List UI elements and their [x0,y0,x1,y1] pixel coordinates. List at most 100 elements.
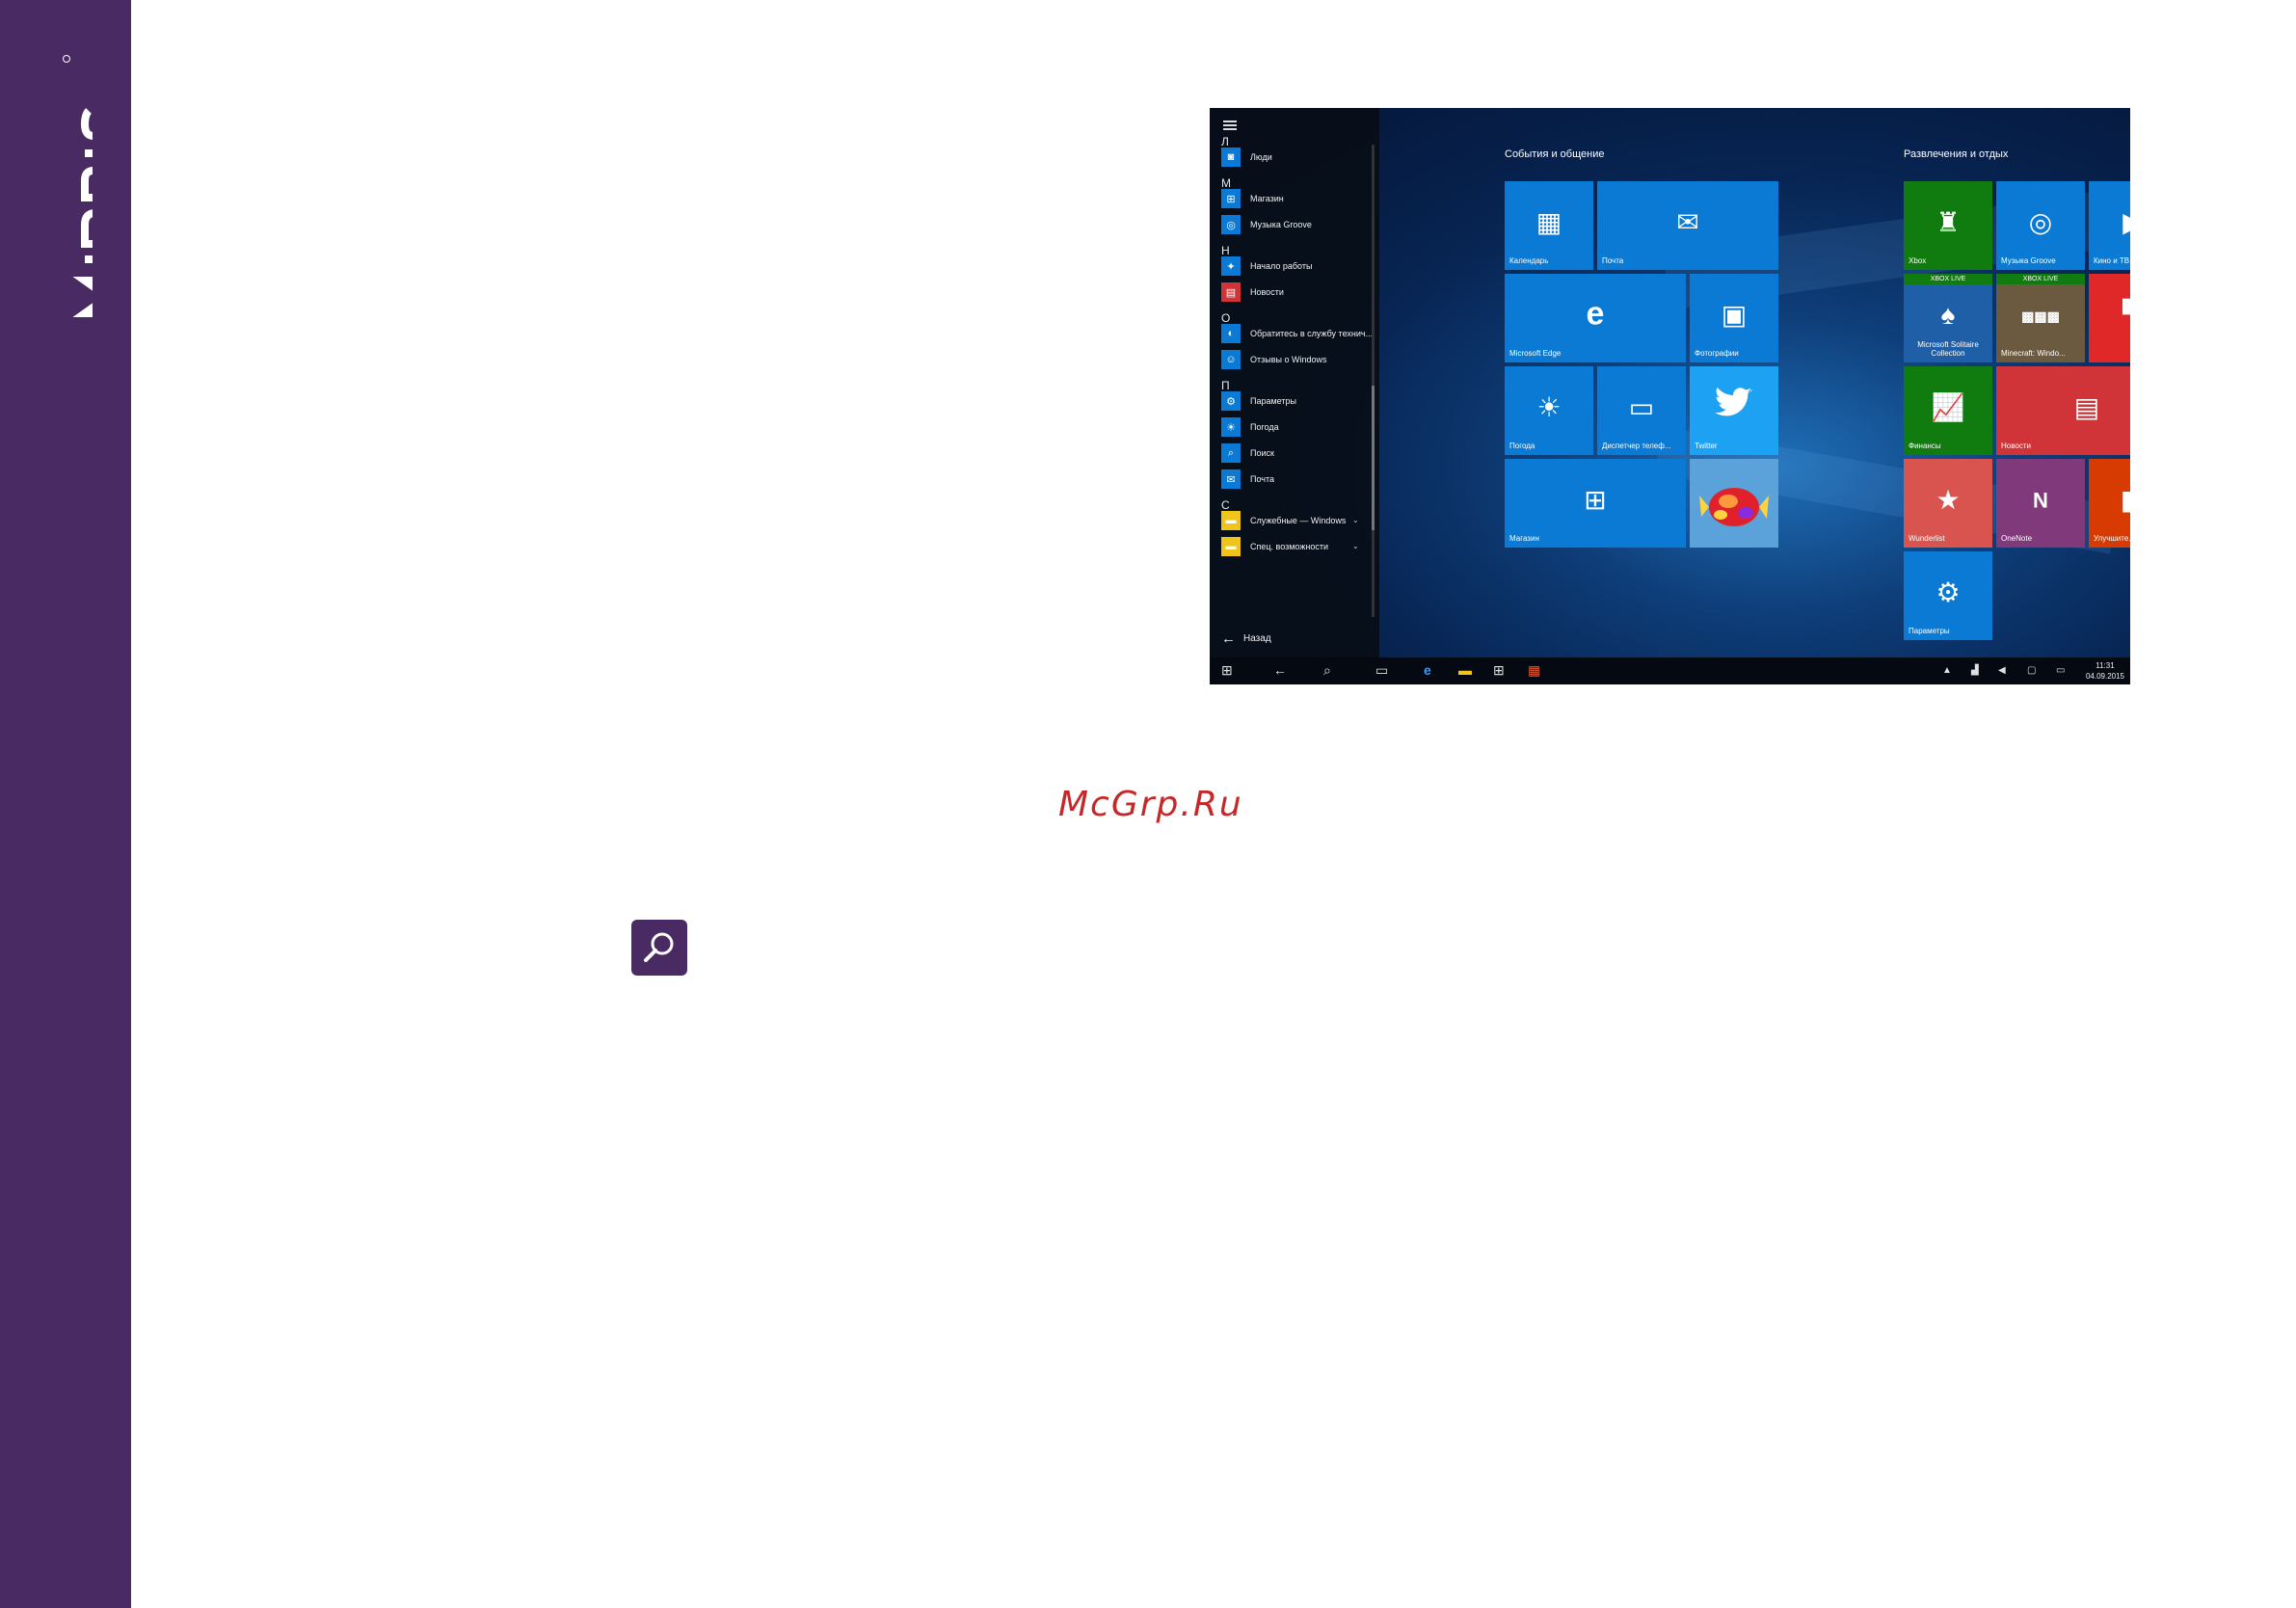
section-letter[interactable]: П [1221,379,1230,392]
chevron-down-icon[interactable]: ⌄ [1352,542,1359,550]
section-letter[interactable]: С [1221,498,1230,512]
irbis-logo [39,53,124,323]
app-list-item[interactable]: ◐ Обратитесь в службу технич... [1221,324,1373,343]
mail-icon: ✉ [1221,469,1241,489]
app-list-item-label: Магазин [1250,194,1284,203]
tile-finance[interactable]: 📈 Финансы [1904,366,1992,455]
tile-photos[interactable]: ▣ Фотографии [1690,274,1778,362]
store-icon[interactable]: ⊞ [1493,662,1505,679]
app-list-item[interactable]: ☺ Отзывы о Windows [1221,350,1326,369]
tile-xbox[interactable]: ♜ Xbox [1904,181,1992,270]
get-started-icon: ✦ [1221,256,1241,276]
task-view-icon[interactable]: ▭ [1375,662,1388,679]
tile-wunderlist[interactable]: ★ Wunderlist [1904,459,1992,548]
app-list-item[interactable]: ⊞ Магазин [1221,189,1284,208]
app-list-item-label: Обратитесь в службу технич... [1250,329,1374,338]
app-list-item[interactable]: ▬ Служебные — Windows [1221,511,1346,530]
tile-settings[interactable]: ⚙ Параметры [1904,551,1992,640]
back-button[interactable]: ← Назад [1221,630,1271,647]
minecraft-icon: ▩▩▩ [2021,308,2060,324]
settings-icon: ⚙ [1936,577,1961,608]
tile-mail[interactable]: ✉ Почта [1597,181,1778,270]
app-list-item-label: Поиск [1250,448,1274,458]
app-list-item[interactable]: ✦ Начало работы [1221,256,1312,276]
taskbar: ⊞ ← ⌕ ▭ e ▬ ⊞ ▦ ▲ ▟ ◀ ▢ ▭ 11:31 04.09.20… [1210,657,2130,684]
tile-groove-music[interactable]: ◎ Музыка Groove [1996,181,2085,270]
app-list-item[interactable]: ☀ Погода [1221,417,1279,437]
tile-store[interactable]: ⊞ Магазин [1505,459,1686,548]
app-list-item[interactable]: ⌕ Поиск [1221,443,1274,463]
office-icon[interactable]: ▦ [1528,662,1540,679]
search-icon[interactable]: ⌕ [1323,662,1331,679]
search-button[interactable] [631,920,687,976]
show-hidden-icons-icon[interactable]: ▲ [1942,665,1952,676]
app-list-item-label: Погода [1250,422,1279,432]
section-letter[interactable]: О [1221,311,1230,325]
candy-crush-icon [1699,474,1769,532]
tile-office[interactable]: ◧ Улучшите... [2089,459,2130,548]
calendar-icon: ▦ [1535,207,1562,238]
brand-sidebar [0,0,131,1608]
app-list-item[interactable]: ▬ Спец. возможности [1221,537,1328,556]
phone-companion-icon: ▭ [1628,392,1655,423]
news-icon: ▤ [2073,392,2100,423]
app-list-item[interactable]: ◎ Музыка Groove [1221,215,1312,234]
tile-candy-crush[interactable] [1690,459,1778,548]
app-list-item-label: Отзывы о Windows [1250,355,1327,364]
tile-solitaire[interactable]: XBOX LIVE ♠ Microsoft Solitaire Collecti… [1904,274,1992,362]
watermark: McGrp.Ru [1058,785,1243,824]
edge-icon[interactable]: e [1424,662,1431,678]
chevron-down-icon[interactable]: ⌄ [1352,516,1359,524]
back-arrow-icon: ← [1221,630,1236,647]
app-list-item-label: Музыка Groove [1250,220,1312,229]
app-list-item[interactable]: ▤ Новости [1221,282,1284,302]
movies-icon: ▶ [2089,206,2130,238]
tile-movies[interactable]: ▶ Кино и ТВ [2089,181,2130,270]
tile-phone-companion[interactable]: ▭ Диспетчер телеф... [1597,366,1686,455]
tile-edge[interactable]: e Microsoft Edge [1505,274,1686,362]
windows-start-icon[interactable]: ⊞ [1221,662,1233,679]
onenote-icon: N [2033,488,2048,513]
tile-flipboard[interactable]: ▜ [2089,274,2130,362]
twitter-icon [1690,387,1778,426]
back-arrow-icon[interactable]: ← [1273,662,1287,678]
app-list-item-label: Параметры [1250,396,1296,406]
groove-music-icon: ◎ [2028,207,2053,238]
weather-icon: ☀ [1221,417,1241,437]
solitaire-icon: ♠ [1940,299,1956,330]
volume-icon[interactable]: ◀ [1998,665,2006,676]
taskbar-clock[interactable]: 11:31 04.09.2015 [2086,660,2124,682]
hamburger-menu-icon[interactable] [1223,121,1237,130]
tile-onenote[interactable]: N OneNote [1996,459,2085,548]
section-letter[interactable]: Л [1221,135,1229,148]
tile-weather[interactable]: ☀ Погода [1505,366,1593,455]
tile-twitter[interactable]: Twitter [1690,366,1778,455]
app-list-item-label: Люди [1250,152,1272,162]
folder-icon: ▬ [1221,537,1241,556]
keyboard-icon[interactable]: ▭ [2056,665,2065,676]
app-list-item-label: Новости [1250,287,1284,297]
group-title-events: События и общение [1505,148,1605,160]
tile-calendar[interactable]: ▦ Календарь [1505,181,1593,270]
app-list-item-label: Служебные — Windows [1250,516,1347,525]
section-letter[interactable]: Н [1221,244,1230,257]
windows-start-screenshot: Л ◙ Люди М ⊞ Магазин ◎ Музыка Groove Н ✦ Начало ра… [1210,108,2130,684]
app-list-item[interactable]: ◙ Люди [1221,147,1272,167]
wunderlist-icon: ★ [1936,485,1961,516]
photos-icon: ▣ [1721,300,1748,331]
app-list-item-label: Начало работы [1250,261,1313,271]
file-explorer-icon[interactable]: ▬ [1458,662,1472,678]
search-icon: ⌕ [1221,443,1241,463]
network-icon[interactable]: ▟ [1971,665,1979,676]
group-title-entertainment: Развлечения и отдых [1904,148,2009,160]
section-letter[interactable]: М [1221,176,1231,190]
app-list-item[interactable]: ✉ Почта [1221,469,1274,489]
tile-news[interactable]: ▤ Новости [1996,366,2130,455]
app-list-scrollbar[interactable] [1372,145,1375,617]
edge-icon: e [1586,295,1605,333]
store-icon: ⊞ [1221,189,1241,208]
app-list-item[interactable]: ⚙ Параметры [1221,391,1296,411]
notifications-icon[interactable]: ▢ [2027,665,2036,676]
office-icon: ◧ [2089,484,2130,516]
tile-minecraft[interactable]: XBOX LIVE ▩▩▩ Minecraft: Windo... [1996,274,2085,362]
